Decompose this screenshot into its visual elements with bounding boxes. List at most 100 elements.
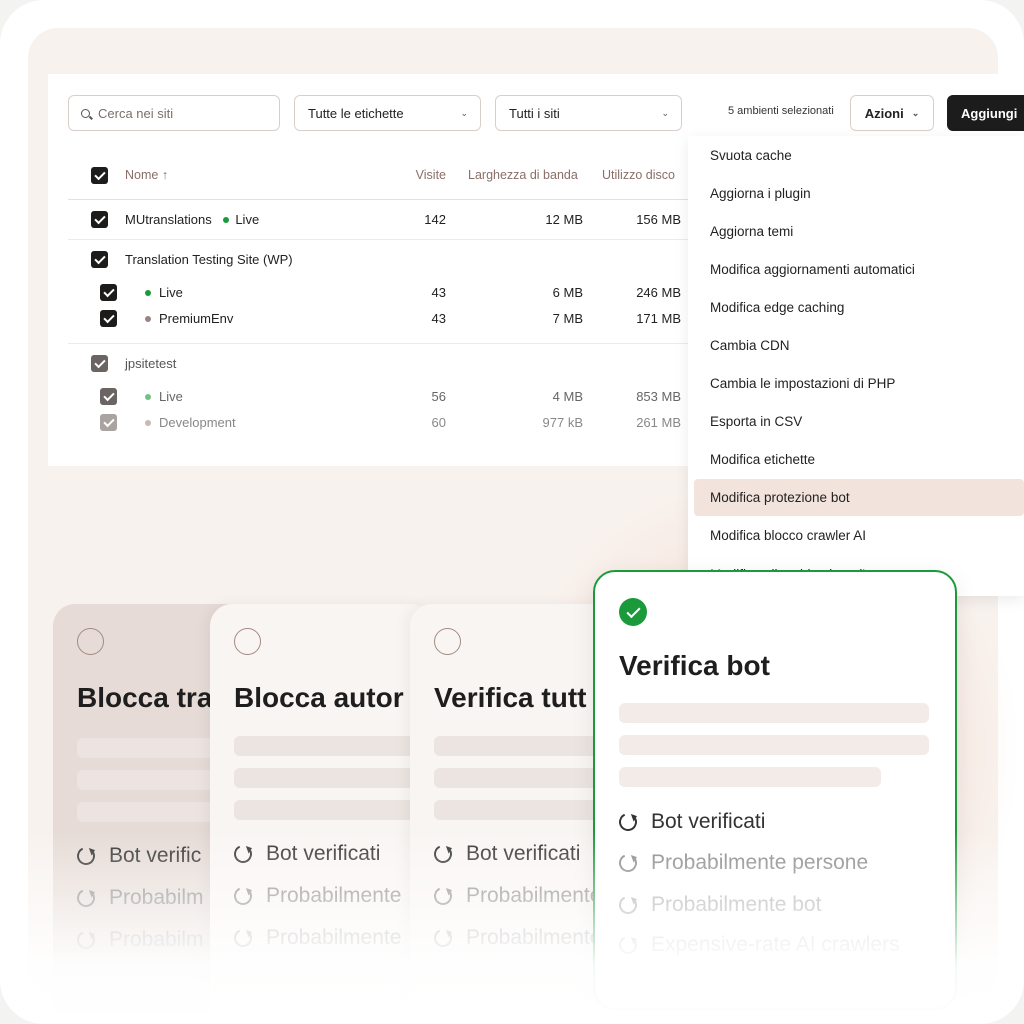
bandwidth-value: 6 MB xyxy=(552,285,583,300)
card-option: Bot verificati xyxy=(431,842,580,866)
header-divider xyxy=(68,199,688,200)
option-card-selected[interactable]: Verifica bot Bot verificati Probabilment… xyxy=(593,570,957,1010)
search-input[interactable]: Cerca nei siti xyxy=(68,95,280,131)
visits-value: 43 xyxy=(431,311,446,326)
menu-item-clear-cache[interactable]: Svuota cache xyxy=(694,137,1024,174)
select-all-checkbox[interactable] xyxy=(91,167,108,184)
env-name: Live xyxy=(159,389,183,404)
table-row[interactable]: MUtranslations Live xyxy=(125,212,259,227)
disk-value: 853 MB xyxy=(636,389,681,404)
column-header-bandwidth[interactable]: Larghezza di banda xyxy=(468,168,578,182)
sites-filter-select[interactable]: Tutti i siti ⌄ xyxy=(495,95,682,131)
placeholder-bar xyxy=(434,736,610,756)
refresh-icon xyxy=(74,928,98,952)
chevron-down-icon: ⌄ xyxy=(661,107,669,118)
refresh-icon xyxy=(231,884,255,908)
visits-value: 43 xyxy=(431,285,446,300)
actions-label: Azioni xyxy=(864,105,904,121)
status-dot xyxy=(145,315,151,322)
env-name: Live xyxy=(235,212,260,227)
refresh-icon xyxy=(616,933,640,957)
placeholder-bar xyxy=(434,800,610,820)
bandwidth-value: 7 MB xyxy=(552,311,583,326)
menu-item-update-themes[interactable]: Aggiorna temi xyxy=(694,213,1024,250)
placeholder-bar xyxy=(619,735,929,755)
env-name: Development xyxy=(159,415,236,430)
env-checkbox[interactable] xyxy=(100,388,117,405)
env-checkbox[interactable] xyxy=(100,284,117,301)
refresh-icon xyxy=(74,886,98,910)
menu-item-change-cdn[interactable]: Cambia CDN xyxy=(694,327,1024,364)
card-option: Probabilmente xyxy=(431,926,601,950)
env-checkbox[interactable] xyxy=(100,310,117,327)
radio-circle[interactable] xyxy=(234,628,261,655)
placeholder-bar xyxy=(619,767,881,787)
placeholder-bar xyxy=(234,736,432,756)
column-header-disk[interactable]: Utilizzo disco xyxy=(602,168,675,182)
visits-value: 142 xyxy=(424,212,446,227)
env-name: Live xyxy=(159,285,183,300)
row-checkbox[interactable] xyxy=(91,211,108,228)
radio-circle[interactable] xyxy=(434,628,461,655)
actions-button[interactable]: Azioni ⌄ xyxy=(850,95,934,131)
menu-item-edge-caching[interactable]: Modifica edge caching xyxy=(694,289,1024,326)
placeholder-bar xyxy=(434,768,610,788)
placeholder-bar xyxy=(234,800,432,820)
menu-item-auto-updates[interactable]: Modifica aggiornamenti automatici xyxy=(694,251,1024,288)
card-option: Bot verificati xyxy=(616,810,765,834)
card-title: Verifica bot xyxy=(619,650,770,681)
status-dot xyxy=(223,216,230,223)
chevron-down-icon: ⌄ xyxy=(460,107,468,118)
card-option: Probabilmente xyxy=(231,884,401,908)
bandwidth-value: 12 MB xyxy=(545,212,583,227)
row-checkbox[interactable] xyxy=(91,355,108,372)
menu-item-php-settings[interactable]: Cambia le impostazioni di PHP xyxy=(694,365,1024,402)
search-icon xyxy=(81,108,90,118)
menu-item-edit-tags[interactable]: Modifica etichette xyxy=(694,441,1024,478)
refresh-icon xyxy=(431,842,455,866)
disk-value: 171 MB xyxy=(636,311,681,326)
env-checkbox[interactable] xyxy=(100,414,117,431)
column-header-name[interactable]: Nome ↑ xyxy=(125,168,168,182)
card-option: Expensive-rate AI crawlers xyxy=(616,933,900,957)
menu-item-update-plugins[interactable]: Aggiorna i plugin xyxy=(694,175,1024,212)
option-card[interactable]: Verifica tutt Bot verificati Probabilmen… xyxy=(410,604,610,1024)
site-name[interactable]: jpsitetest xyxy=(125,356,176,371)
placeholder-bar xyxy=(234,768,432,788)
selected-count: 5 ambienti selezionati xyxy=(728,105,834,117)
radio-circle[interactable] xyxy=(77,628,104,655)
actions-menu: Svuota cache Aggiorna i plugin Aggiorna … xyxy=(688,136,1024,596)
sites-filter-value: Tutti i siti xyxy=(509,105,560,121)
row-checkbox[interactable] xyxy=(91,251,108,268)
status-dot xyxy=(145,289,151,296)
row-divider xyxy=(68,239,688,240)
table-row[interactable]: Live xyxy=(145,389,183,404)
table-row[interactable]: Live xyxy=(145,285,183,300)
menu-item-export-csv[interactable]: Esporta in CSV xyxy=(694,403,1024,440)
menu-item-ai-crawler-block[interactable]: Modifica blocco crawler AI xyxy=(694,517,1024,554)
disk-value: 261 MB xyxy=(636,415,681,430)
refresh-icon xyxy=(231,926,255,950)
table-row[interactable]: PremiumEnv xyxy=(145,311,233,326)
bandwidth-value: 977 kB xyxy=(542,415,583,430)
column-header-visits[interactable]: Visite xyxy=(366,168,446,182)
status-dot xyxy=(145,419,151,426)
card-option: Bot verificati xyxy=(231,842,380,866)
card-option: Probabilmente bot xyxy=(616,893,821,917)
bandwidth-value: 4 MB xyxy=(552,389,583,404)
table-row[interactable]: Development xyxy=(145,415,236,430)
refresh-icon xyxy=(74,844,98,868)
refresh-icon xyxy=(616,810,640,834)
card-option: Probabilmente persone xyxy=(616,851,868,875)
site-name[interactable]: Translation Testing Site (WP) xyxy=(125,252,293,267)
card-option: Probabilm xyxy=(74,928,204,952)
refresh-icon xyxy=(231,842,255,866)
add-button[interactable]: Aggiungi xyxy=(947,95,1024,131)
refresh-icon xyxy=(616,851,640,875)
card-option: Probabilmente xyxy=(231,926,401,950)
site-name: MUtranslations xyxy=(125,212,212,227)
tags-filter-select[interactable]: Tutte le etichette ⌄ xyxy=(294,95,481,131)
menu-item-bot-protection[interactable]: Modifica protezione bot xyxy=(694,479,1024,516)
chevron-down-icon: ⌄ xyxy=(911,107,920,118)
option-card[interactable]: Blocca autor Bot verificati Probabilment… xyxy=(210,604,432,1024)
